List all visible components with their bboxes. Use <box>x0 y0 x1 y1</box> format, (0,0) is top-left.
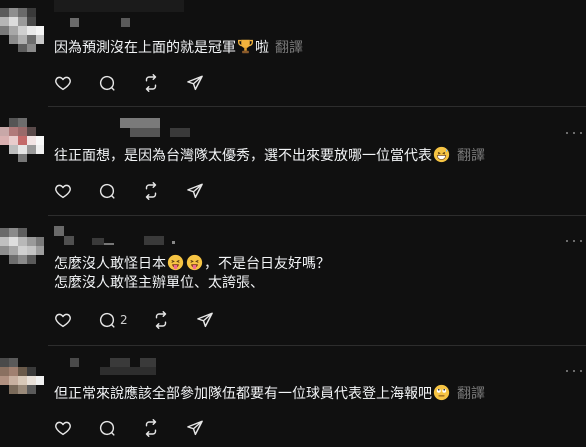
repost-icon <box>155 311 167 329</box>
username-blurred-fragment <box>110 358 130 367</box>
avatar[interactable] <box>0 8 44 52</box>
avatar[interactable] <box>0 228 44 272</box>
comment-icon <box>99 75 115 91</box>
comment-icon <box>99 312 115 328</box>
share-button[interactable] <box>186 73 230 93</box>
divider <box>48 106 586 107</box>
comment-item: 但正常來說應該全部參加隊伍都要有一位球員代表登上海報吧 翻譯 <box>0 346 586 447</box>
like-button[interactable] <box>54 310 98 330</box>
repost-icon <box>145 419 157 437</box>
username-blurred[interactable] <box>54 226 64 236</box>
username-blurred-fragment <box>130 128 160 137</box>
tongue-out-emoji-icon <box>167 254 184 271</box>
username-blurred[interactable] <box>70 358 79 367</box>
repost-button[interactable] <box>152 310 196 330</box>
avatar[interactable] <box>0 358 44 402</box>
share-icon <box>187 420 203 436</box>
heart-icon <box>55 76 71 91</box>
username-blurred-fragment <box>104 243 114 245</box>
more-icon[interactable] <box>566 368 582 374</box>
comment-button[interactable] <box>98 418 142 438</box>
repost-button[interactable] <box>142 181 186 201</box>
repost-icon <box>145 74 157 92</box>
share-button[interactable] <box>196 310 240 330</box>
action-bar <box>54 181 230 201</box>
username-blurred-fragment <box>170 128 190 137</box>
username-blurred[interactable] <box>120 118 160 128</box>
comment-button[interactable] <box>98 73 142 93</box>
comment-button[interactable]: 2 <box>98 310 152 330</box>
action-bar <box>54 73 230 93</box>
comment-text: 但正常來說應該全部參加隊伍都要有一位球員代表登上海報吧 翻譯 <box>54 384 485 402</box>
action-bar: 2 <box>54 310 240 330</box>
comment-feed: 因為預測沒在上面的就是冠軍啦翻譯 往正面想，是因為台灣隊太優秀，選不出來要放哪一… <box>0 0 586 447</box>
repost-button[interactable] <box>142 73 186 93</box>
comment-text: 怎麼沒人敢怪日本 ，不是台日友好嗎？ 怎麼沒人敢怪主辦單位、太誇張、 <box>54 254 330 291</box>
like-button[interactable] <box>54 181 98 201</box>
comment-icon <box>99 420 115 436</box>
grinning-sweat-emoji-icon <box>433 146 450 163</box>
heart-icon <box>55 313 71 328</box>
username-blurred-fragment <box>140 358 156 367</box>
comment-text: 往正面想，是因為台灣隊太優秀，選不出來要放哪一位當代表 翻譯 <box>54 146 485 164</box>
heart-icon <box>55 421 71 436</box>
username-blurred-fragment <box>172 241 175 244</box>
username-blurred-fragment <box>100 367 156 375</box>
heart-icon <box>55 184 71 199</box>
translate-link[interactable]: 翻譯 <box>457 148 485 164</box>
more-icon[interactable] <box>566 238 582 244</box>
like-button[interactable] <box>54 73 98 93</box>
username-blurred-fragment <box>144 236 164 245</box>
share-button[interactable] <box>186 181 230 201</box>
repost-button[interactable] <box>142 418 186 438</box>
translate-link[interactable]: 翻譯 <box>457 386 485 402</box>
comment-icon <box>99 183 115 199</box>
username-blurred-fragment <box>64 236 74 245</box>
share-icon <box>187 183 203 199</box>
action-bar <box>54 418 230 438</box>
translate-link[interactable]: 翻譯 <box>275 40 303 56</box>
username-blurred[interactable] <box>54 0 184 14</box>
comment-item: 因為預測沒在上面的就是冠軍啦翻譯 <box>0 0 586 108</box>
trophy-emoji-icon <box>238 39 253 54</box>
comment-item: 往正面想，是因為台灣隊太優秀，選不出來要放哪一位當代表 翻譯 <box>0 108 586 216</box>
comment-text: 因為預測沒在上面的就是冠軍啦翻譯 <box>54 39 303 56</box>
share-icon <box>187 75 203 91</box>
comment-item: 怎麼沒人敢怪日本 ，不是台日友好嗎？ 怎麼沒人敢怪主辦單位、太誇張、 2 <box>0 216 586 346</box>
like-button[interactable] <box>54 418 98 438</box>
comment-button[interactable] <box>98 181 142 201</box>
share-button[interactable] <box>186 418 230 438</box>
more-icon[interactable] <box>566 130 582 136</box>
username-blurred-fragment <box>92 238 104 245</box>
avatar[interactable] <box>0 118 44 162</box>
rolling-eyes-emoji-icon <box>433 384 450 401</box>
reply-count: 2 <box>120 313 128 327</box>
repost-icon <box>145 182 157 200</box>
share-icon <box>197 312 213 328</box>
tongue-out-emoji-icon <box>186 254 203 271</box>
username-blurred-fragment <box>70 18 79 27</box>
username-blurred-fragment <box>121 18 130 27</box>
